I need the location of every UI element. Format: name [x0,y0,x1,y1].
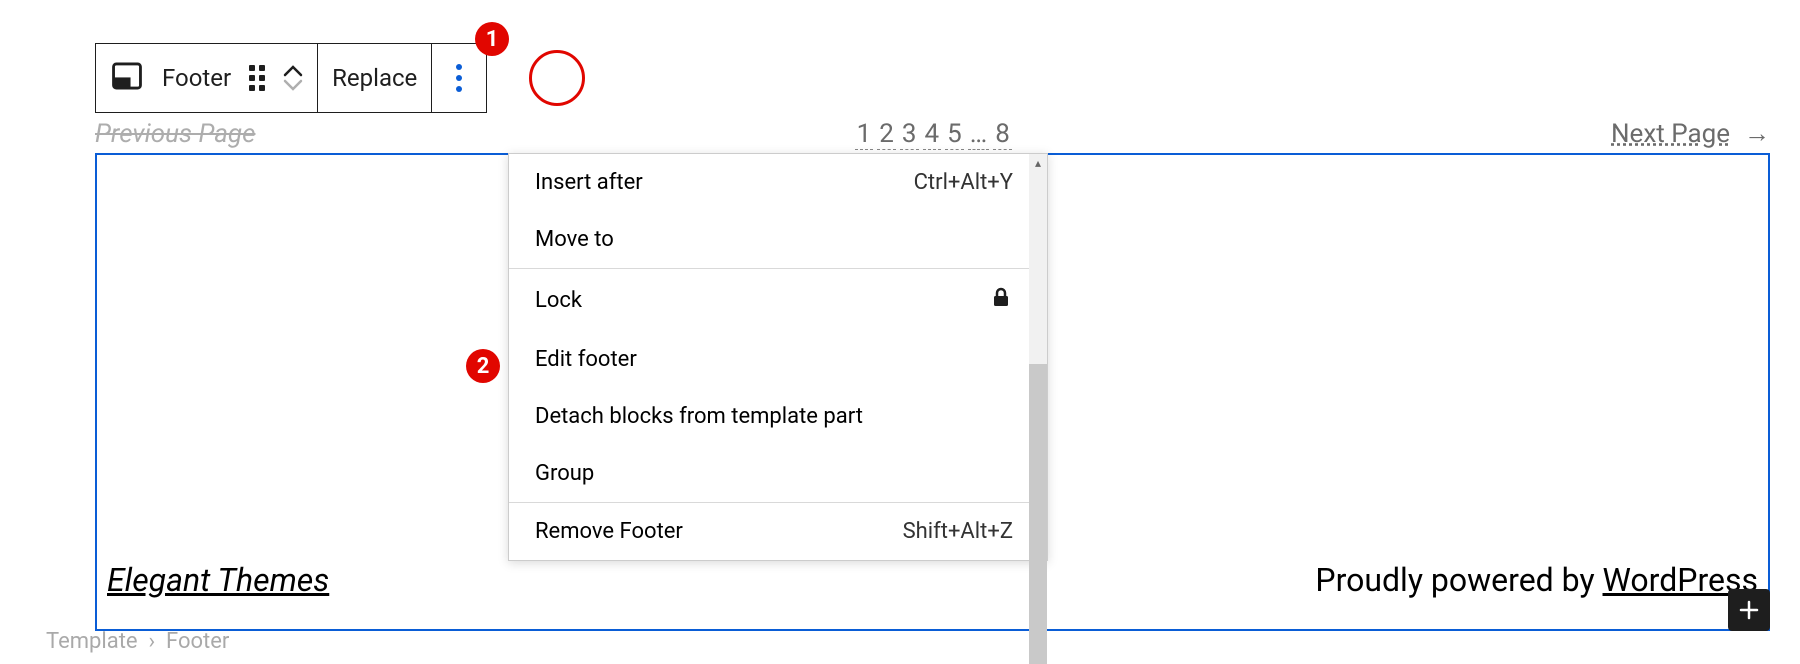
menu-remove-label: Remove Footer [535,519,683,544]
menu-group-label: Group [535,461,594,486]
menu-insert-after-label: Insert after [535,170,643,195]
replace-button[interactable]: Replace [332,64,417,92]
add-block-button[interactable] [1728,589,1770,631]
drag-handle-icon[interactable] [249,65,265,91]
menu-remove-footer[interactable]: Remove Footer Shift+Alt+Z [509,503,1047,560]
page-ellipsis: … [968,119,989,150]
credit-prefix: Proudly powered by [1315,561,1602,599]
menu-insert-after-shortcut: Ctrl+Alt+Y [914,170,1013,195]
scrollbar-thumb[interactable] [1029,364,1047,664]
next-page-link[interactable]: Next Page → [1611,118,1770,149]
crumb-footer[interactable]: Footer [166,629,229,654]
page-8[interactable]: 8 [993,119,1012,150]
editor-breadcrumb[interactable]: Template › Footer [46,629,229,654]
chevron-up-icon[interactable] [283,64,303,78]
menu-lock[interactable]: Lock [509,269,1047,331]
menu-lock-label: Lock [535,288,582,313]
page-4[interactable]: 4 [923,119,942,150]
page-5[interactable]: 5 [945,119,964,150]
annotation-badge-1: 1 [475,22,509,56]
menu-move-to[interactable]: Move to [509,211,1047,268]
menu-edit-footer-label: Edit footer [535,347,637,372]
template-part-icon [110,59,144,97]
page-numbers[interactable]: 12345…8 [853,119,1014,149]
menu-group[interactable]: Group [509,445,1047,502]
more-options-icon[interactable] [456,64,462,92]
page-3[interactable]: 3 [900,119,919,150]
block-label: Footer [162,64,231,92]
block-toolbar: Footer Replace [95,43,487,113]
crumb-sep: › [148,629,155,654]
annotation-badge-2: 2 [466,349,500,383]
page-1[interactable]: 1 [855,119,874,150]
pagination-row: Previous Page 12345…8 Next Page → [95,118,1770,149]
menu-detach-label: Detach blocks from template part [535,404,863,429]
arrow-right-icon: → [1744,118,1770,149]
menu-remove-shortcut: Shift+Alt+Z [903,519,1013,544]
menu-detach[interactable]: Detach blocks from template part [509,388,1047,445]
chevron-down-icon[interactable] [283,78,303,92]
site-title[interactable]: Elegant Themes [107,561,329,599]
crumb-template[interactable]: Template [46,629,138,654]
toolbar-replace-section[interactable]: Replace [318,44,432,112]
lock-icon [989,285,1013,315]
menu-move-to-label: Move to [535,227,614,252]
prev-page-link[interactable]: Previous Page [95,119,255,149]
next-page-text[interactable]: Next Page [1611,119,1730,149]
footer-credit: Proudly powered by WordPress [1315,561,1758,599]
footer-content: Elegant Themes Proudly powered by WordPr… [97,561,1768,599]
block-options-menu: Insert after Ctrl+Alt+Y Move to Lock Edi… [508,153,1048,561]
move-up-down[interactable] [283,64,303,92]
annotation-circle-1 [529,50,585,106]
menu-insert-after[interactable]: Insert after Ctrl+Alt+Y [509,154,1047,211]
scroll-up-icon[interactable]: ▴ [1029,154,1047,172]
menu-edit-footer[interactable]: Edit footer [509,331,1047,388]
toolbar-more-section[interactable] [432,44,486,112]
plus-icon [1737,598,1761,622]
page-2[interactable]: 2 [877,119,896,150]
toolbar-block-section: Footer [96,44,318,112]
